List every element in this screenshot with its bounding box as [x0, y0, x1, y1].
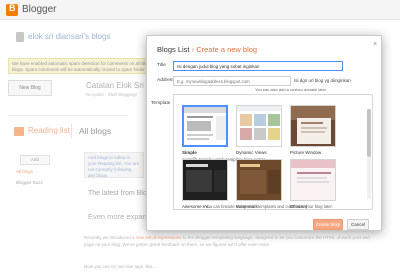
post-paragraph: Recently we introduced a new set of expr…	[84, 235, 380, 248]
post-paragraph-2: Now you can try out new tags, like...	[84, 264, 157, 269]
top-bar: Blogger	[0, 0, 400, 20]
add-blog-button[interactable]: Add	[20, 155, 50, 165]
template-name: Simple	[182, 150, 197, 155]
template-scrollbar-thumb[interactable]	[367, 109, 371, 157]
blogger-logo-icon[interactable]	[6, 3, 18, 16]
template-awesome-inc[interactable]: Awesome Inc.	[182, 159, 228, 209]
sidebar-item-all-blogs[interactable]: All blogs	[16, 169, 33, 174]
user-blogs-link[interactable]: elok sri diansari's blogs	[28, 32, 110, 41]
dialog-breadcrumb: Blogs List › Create a new blog	[157, 45, 257, 54]
custom-domain-note: You can also add a custom domain later.	[255, 87, 327, 92]
template-dynamic-views[interactable]: Dynamic Views	[236, 105, 282, 155]
template-simple[interactable]: Simple	[182, 105, 228, 155]
address-label: Address	[157, 78, 175, 83]
spam-warning-banner: We have enabled automatic spam detection…	[8, 58, 168, 74]
sidebar-item-blogger-buzz[interactable]: Blogger Buzz	[16, 180, 43, 185]
breadcrumb-current: Create a new blog	[196, 45, 258, 54]
template-thumbnail[interactable]	[290, 159, 336, 201]
breadcrumb-blogs-list[interactable]: Blogs List	[157, 45, 190, 54]
template-picture-window[interactable]: Picture Window	[290, 105, 336, 155]
reading-list-info: Add blogs to follow in your Reading list…	[84, 152, 144, 178]
user-icon	[16, 32, 24, 42]
address-input[interactable]	[173, 76, 291, 86]
reading-list-heading: Reading list	[28, 126, 70, 135]
template-thumbnail[interactable]	[290, 105, 336, 147]
template-thumbnail[interactable]	[182, 159, 228, 201]
template-thumbnail[interactable]	[236, 159, 282, 201]
templates-footer-note: You can browse many more templates and c…	[205, 204, 333, 209]
blog-title[interactable]: Catatan Elok Sri	[86, 81, 144, 90]
create-blog-button[interactable]: Create blog!	[313, 219, 343, 230]
heading-separator	[71, 124, 72, 138]
address-hint: Isi dgn url blog yg diinginkan	[294, 78, 351, 83]
no-posts-text: No posts · Start blogging!	[86, 92, 137, 97]
template-label: Template	[151, 101, 171, 106]
paragraph-link[interactable]: new set of expressions	[136, 235, 182, 240]
template-picker: memilih temple untuk tempilan blog sobat…	[173, 94, 373, 210]
divider	[8, 115, 128, 116]
app-name[interactable]: Blogger	[22, 4, 56, 15]
template-thumbnail[interactable]	[236, 105, 282, 147]
template-watermark[interactable]: Watermark	[236, 159, 282, 209]
all-blogs-heading: All blogs	[79, 126, 112, 136]
template-ethereal[interactable]: Ethereal	[290, 159, 336, 209]
breadcrumb-separator: ›	[191, 45, 195, 54]
template-name: Picture Window	[290, 150, 322, 155]
create-blog-dialog: Blogs List › Create a new blog × Title A…	[146, 35, 382, 231]
template-name: Dynamic Views	[236, 150, 267, 155]
reading-list-icon	[14, 127, 24, 136]
title-input[interactable]	[173, 61, 343, 71]
close-icon[interactable]: ×	[371, 41, 379, 49]
new-blog-button[interactable]: New Blog	[8, 80, 52, 96]
paragraph-text: Recently we introduced a	[84, 235, 136, 240]
template-thumbnail[interactable]	[182, 105, 228, 147]
title-label: Title	[157, 63, 166, 68]
cancel-button[interactable]: Cancel	[347, 219, 369, 230]
